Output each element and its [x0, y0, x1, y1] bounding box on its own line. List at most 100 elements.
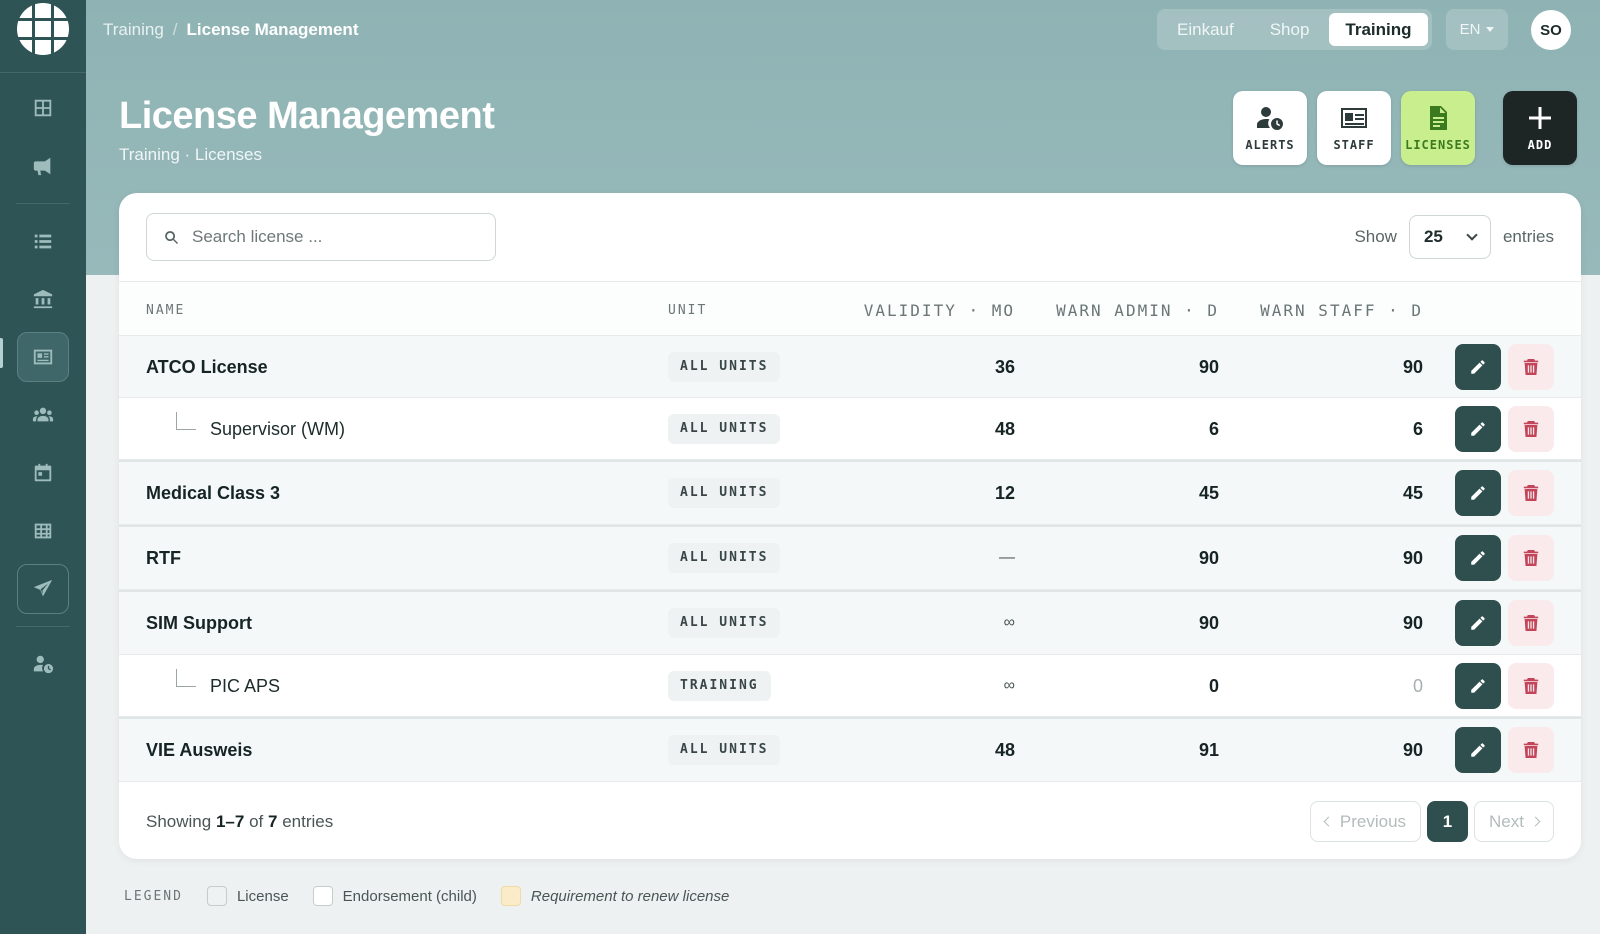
sidebar-item-licenses[interactable] [17, 332, 69, 382]
tree-elbow [176, 412, 196, 430]
column-header-warn-admin[interactable]: WARN ADMIN · D [1056, 301, 1219, 320]
pencil-icon [1471, 679, 1485, 693]
delete-button[interactable] [1508, 727, 1554, 773]
column-header-unit[interactable]: UNIT [668, 303, 707, 318]
table-row: Medical Class 3 ALL UNITS 12 45 45 [119, 460, 1581, 525]
plus-icon [1529, 106, 1551, 129]
user-clock-icon [33, 655, 54, 674]
page-size-select[interactable]: 25 [1408, 215, 1491, 259]
language-value: EN [1459, 21, 1481, 38]
search-input[interactable] [192, 227, 482, 247]
showing-summary: Showing 1–7 of 7 entries [146, 812, 333, 832]
previous-page-button[interactable]: Previous [1309, 801, 1422, 842]
license-name: Medical Class 3 [146, 483, 281, 503]
license-name: Supervisor (WM) [210, 419, 346, 439]
legend-item-license: License [206, 886, 289, 906]
warn-admin-value: 90 [1198, 613, 1219, 633]
dashboard-grid-icon [34, 99, 52, 117]
staff-button[interactable]: STAFF [1317, 91, 1391, 165]
table-grid-icon [34, 523, 52, 539]
page-button-current[interactable]: 1 [1427, 801, 1469, 842]
license-name: SIM Support [146, 613, 252, 633]
licenses-label: LICENSES [1405, 137, 1471, 152]
delete-button[interactable] [1508, 344, 1554, 390]
warn-admin-value: 90 [1198, 357, 1219, 377]
delete-button[interactable] [1508, 600, 1554, 646]
sidebar-item-table[interactable] [17, 506, 69, 556]
table-row: Supervisor (WM) ALL UNITS 48 6 6 [119, 398, 1581, 460]
unit-badge: TRAINING [668, 671, 771, 701]
tab-einkauf[interactable]: Einkauf [1161, 13, 1250, 46]
unit-badge: ALL UNITS [668, 735, 781, 765]
tab-training[interactable]: Training [1329, 13, 1428, 46]
license-name: PIC APS [210, 676, 281, 696]
pencil-icon [1471, 360, 1485, 374]
validity-value: 48 [994, 419, 1015, 439]
unit-badge: ALL UNITS [668, 478, 781, 508]
legend-swatch-endorsement [312, 886, 333, 906]
sidebar-divider [16, 626, 70, 627]
breadcrumb-parent[interactable]: Training [103, 20, 164, 39]
sidebar-item-send[interactable] [17, 564, 69, 614]
calendar-icon [34, 463, 52, 482]
page-subtitle: Training · Licenses [119, 145, 262, 164]
warn-staff-value: 45 [1402, 483, 1423, 503]
page-title: License Management [119, 95, 495, 137]
sidebar-item-list[interactable] [17, 216, 69, 266]
unit-badge: ALL UNITS [668, 608, 781, 638]
language-dropdown[interactable]: EN [1446, 9, 1508, 50]
edit-button[interactable] [1455, 535, 1501, 581]
tree-elbow [176, 669, 196, 687]
sidebar-item-institution[interactable] [17, 274, 69, 324]
sidebar-item-staff[interactable] [17, 390, 69, 440]
trash-icon [1523, 678, 1539, 694]
sidebar-item-user-alerts[interactable] [17, 639, 69, 689]
legend-label-requirement: Requirement to renew license [530, 887, 730, 905]
active-indicator [0, 338, 3, 368]
pencil-icon [1471, 616, 1485, 630]
chevron-right-icon [1530, 816, 1541, 827]
edit-button[interactable] [1455, 470, 1501, 516]
legend-swatch-requirement [500, 886, 521, 906]
sidebar-item-dashboard[interactable] [17, 83, 69, 133]
delete-button[interactable] [1508, 535, 1554, 581]
edit-button[interactable] [1455, 406, 1501, 452]
add-button[interactable]: ADD [1503, 91, 1577, 165]
license-name: VIE Ausweis [146, 740, 253, 760]
bank-icon [33, 289, 53, 309]
legend-item-requirement: Requirement to renew license [500, 886, 730, 906]
paper-plane-icon [33, 579, 53, 597]
sidebar-item-announcements[interactable] [17, 141, 69, 191]
user-avatar[interactable]: SO [1531, 10, 1571, 50]
table-row: RTF ALL UNITS — 90 90 [119, 525, 1581, 590]
app-logo[interactable] [17, 3, 69, 55]
legend-item-endorsement: Endorsement (child) [312, 886, 477, 906]
column-header-name[interactable]: NAME [146, 303, 185, 318]
alerts-button[interactable]: ALERTS [1233, 91, 1307, 165]
megaphone-icon [33, 157, 51, 176]
tab-shop[interactable]: Shop [1254, 13, 1326, 46]
validity-value: 36 [994, 357, 1015, 377]
licenses-button[interactable]: LICENSES [1401, 91, 1475, 165]
edit-button[interactable] [1455, 727, 1501, 773]
edit-button[interactable] [1455, 663, 1501, 709]
next-page-button[interactable]: Next [1474, 801, 1554, 842]
column-header-validity[interactable]: VALIDITY · MO [864, 301, 1015, 320]
column-header-warn-staff[interactable]: WARN STAFF · D [1260, 301, 1423, 320]
entries-label: entries [1502, 227, 1554, 246]
unit-badge: ALL UNITS [668, 543, 781, 573]
showing-total: 7 [267, 812, 278, 831]
warn-staff-value: 90 [1402, 357, 1423, 377]
trash-icon [1523, 615, 1539, 631]
delete-button[interactable] [1508, 470, 1554, 516]
legend-swatch-license [206, 886, 227, 906]
edit-button[interactable] [1455, 600, 1501, 646]
unit-badge: ALL UNITS [668, 414, 781, 444]
warn-staff-value: 0 [1412, 676, 1423, 696]
user-clock-icon [1257, 106, 1283, 130]
caret-down-icon [1486, 27, 1495, 32]
delete-button[interactable] [1508, 663, 1554, 709]
delete-button[interactable] [1508, 406, 1554, 452]
edit-button[interactable] [1455, 344, 1501, 390]
sidebar-item-calendar[interactable] [17, 448, 69, 498]
